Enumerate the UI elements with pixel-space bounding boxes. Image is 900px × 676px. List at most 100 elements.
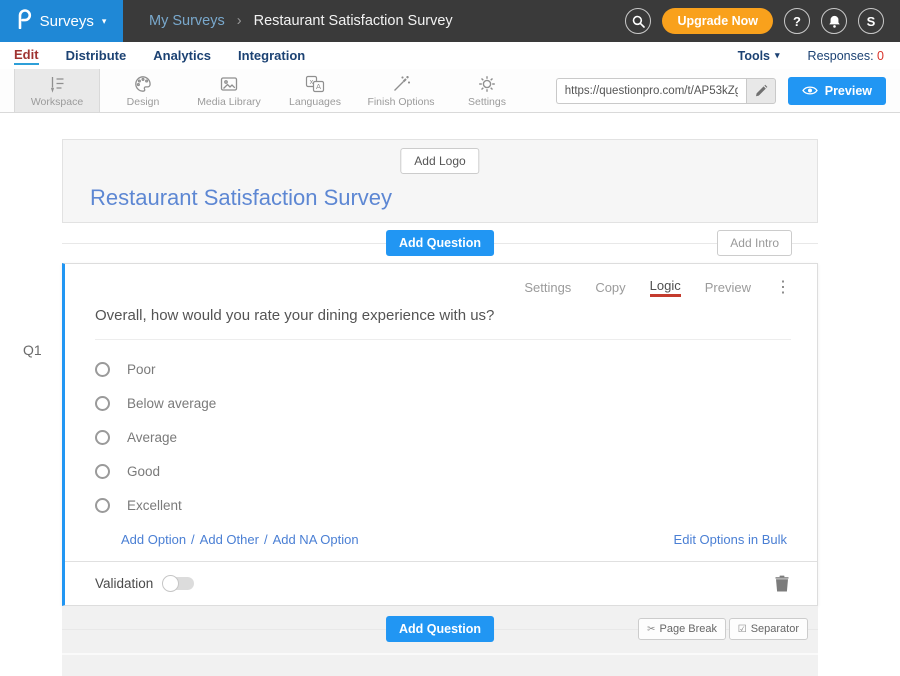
question-actions: Settings Copy Logic Preview ⋮	[95, 278, 791, 297]
toolbar-label: Design	[127, 96, 160, 108]
breadcrumb-my-surveys[interactable]: My Surveys	[149, 13, 225, 29]
toolbar-label: Workspace	[31, 96, 83, 108]
add-question-row-bottom: Add Question ✂ Page Break ☑ Separator	[62, 606, 818, 676]
option-label[interactable]: Excellent	[127, 498, 182, 513]
responses-label: Responses:	[808, 49, 874, 63]
validation-toggle[interactable]	[164, 577, 194, 590]
tools-dropdown[interactable]: Tools ▾	[738, 49, 780, 63]
toolbar-item-design[interactable]: Design	[100, 69, 186, 112]
survey-canvas: Add Logo Restaurant Satisfaction Survey …	[62, 139, 818, 676]
add-other-link[interactable]: Add Other	[200, 532, 259, 547]
gear-icon	[477, 74, 497, 94]
finish-options-wand-icon	[391, 74, 411, 94]
question-settings-link[interactable]: Settings	[524, 280, 571, 295]
toolbar-item-finish-options[interactable]: Finish Options	[358, 69, 444, 112]
survey-url-input[interactable]	[556, 78, 746, 104]
toolbar-right: Preview	[556, 69, 900, 112]
svg-text:A: A	[316, 82, 321, 91]
add-question-button-bottom[interactable]: Add Question	[386, 616, 494, 642]
tab-distribute[interactable]: Distribute	[66, 48, 127, 63]
question-preview-link[interactable]: Preview	[705, 280, 751, 295]
option-row: Good	[95, 464, 791, 479]
notifications-button[interactable]	[821, 8, 847, 34]
validation-label: Validation	[95, 576, 153, 591]
add-question-button-top[interactable]: Add Question	[386, 230, 494, 256]
validation-row: Validation	[65, 561, 817, 605]
toolbar-label: Languages	[289, 96, 341, 108]
add-na-option-link[interactable]: Add NA Option	[273, 532, 359, 547]
edit-options-in-bulk-link[interactable]: Edit Options in Bulk	[674, 532, 787, 547]
product-name: Surveys	[40, 13, 94, 30]
kebab-menu-icon[interactable]: ⋮	[775, 280, 791, 296]
option-row: Below average	[95, 396, 791, 411]
product-switcher[interactable]: Surveys ▾	[0, 0, 123, 42]
avatar[interactable]: S	[858, 8, 884, 34]
preview-button[interactable]: Preview	[788, 77, 886, 105]
page-break-label: Page Break	[660, 623, 717, 635]
question-text[interactable]: Overall, how would you rate your dining …	[95, 307, 791, 340]
page-break-icon: ✂	[647, 624, 655, 635]
option-label[interactable]: Below average	[127, 396, 216, 411]
option-row: Excellent	[95, 498, 791, 513]
separator-label: Separator	[751, 623, 799, 635]
survey-title[interactable]: Restaurant Satisfaction Survey	[90, 185, 392, 211]
toolbar-item-languages[interactable]: xA Languages	[272, 69, 358, 112]
option-label[interactable]: Average	[127, 430, 177, 445]
edit-url-button[interactable]	[746, 78, 776, 104]
link-separator: /	[264, 532, 268, 547]
radio-button[interactable]	[95, 464, 110, 479]
separator-button[interactable]: ☑ Separator	[729, 618, 808, 640]
page-break-button[interactable]: ✂ Page Break	[638, 618, 726, 640]
eye-icon	[802, 85, 818, 96]
toggle-knob	[162, 575, 179, 592]
media-library-icon	[219, 74, 239, 94]
app-root: Surveys ▾ My Surveys › Restaurant Satisf…	[0, 0, 900, 676]
option-row: Poor	[95, 362, 791, 377]
questionpro-logo-icon	[17, 9, 32, 34]
question-logic-link[interactable]: Logic	[650, 278, 681, 297]
topbar-actions: Upgrade Now ? S	[625, 0, 900, 42]
tab-integration[interactable]: Integration	[238, 48, 305, 63]
option-label[interactable]: Poor	[127, 362, 156, 377]
option-row: Average	[95, 430, 791, 445]
toolbar-label: Finish Options	[367, 96, 434, 108]
question-card: Settings Copy Logic Preview ⋮ Overall, h…	[62, 263, 818, 606]
workspace-icon	[47, 74, 67, 94]
search-button[interactable]	[625, 8, 651, 34]
bell-icon	[827, 14, 842, 29]
option-actions-row: Add Option / Add Other / Add NA Option E…	[121, 532, 791, 547]
responses-counter[interactable]: Responses: 0	[808, 49, 884, 63]
toolbar-item-settings[interactable]: Settings	[444, 69, 530, 112]
add-logo-button[interactable]: Add Logo	[400, 148, 479, 174]
design-palette-icon	[133, 74, 153, 94]
option-label[interactable]: Good	[127, 464, 160, 479]
breadcrumb-separator-icon: ›	[237, 13, 242, 29]
delete-question-button[interactable]	[775, 575, 789, 592]
toolbar-item-workspace[interactable]: Workspace	[14, 69, 100, 112]
nav-right: Tools ▾ Responses: 0	[738, 49, 884, 63]
help-button[interactable]: ?	[784, 8, 810, 34]
radio-button[interactable]	[95, 362, 110, 377]
add-option-link[interactable]: Add Option	[121, 532, 186, 547]
add-intro-button[interactable]: Add Intro	[717, 230, 792, 256]
languages-icon: xA	[305, 74, 325, 94]
trash-icon	[775, 575, 789, 592]
next-section-divider	[62, 653, 818, 655]
tab-analytics[interactable]: Analytics	[153, 48, 211, 63]
question-number-label: Q1	[23, 342, 42, 358]
tab-edit[interactable]: Edit	[14, 47, 39, 65]
question-copy-link[interactable]: Copy	[595, 280, 625, 295]
radio-button[interactable]	[95, 430, 110, 445]
toolbar-item-media-library[interactable]: Media Library	[186, 69, 272, 112]
survey-header-card: Add Logo Restaurant Satisfaction Survey	[62, 139, 818, 223]
upgrade-now-button[interactable]: Upgrade Now	[662, 8, 773, 34]
breadcrumb-current-survey: Restaurant Satisfaction Survey	[254, 13, 453, 29]
radio-button[interactable]	[95, 498, 110, 513]
add-question-row-top: Add Question Add Intro	[62, 223, 818, 263]
preview-label: Preview	[825, 84, 872, 98]
toolbar-label: Settings	[468, 96, 506, 108]
chevron-down-icon: ▾	[775, 50, 780, 61]
radio-button[interactable]	[95, 396, 110, 411]
survey-editor: Q1 Add Logo Restaurant Satisfaction Surv…	[0, 139, 900, 676]
main-nav: Edit Distribute Analytics Integration To…	[0, 42, 900, 69]
